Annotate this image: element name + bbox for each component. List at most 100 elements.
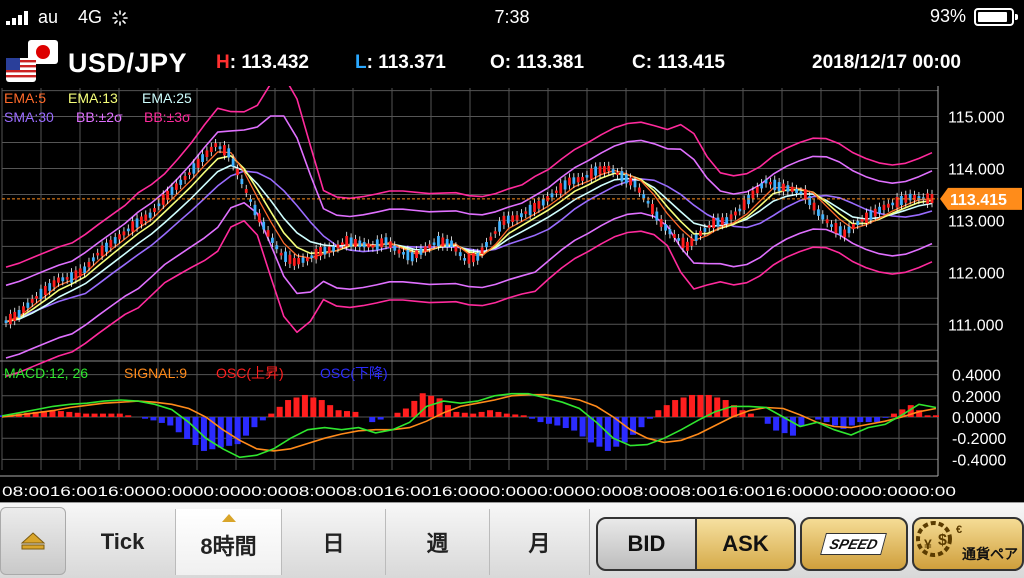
candle-body — [581, 176, 584, 181]
ask-button[interactable]: ASK — [697, 519, 794, 569]
candle-body — [900, 195, 903, 206]
candle-body — [284, 251, 287, 262]
osc-bar — [301, 394, 308, 417]
candle-body — [886, 203, 890, 208]
price-tick-label: 115.000 — [948, 110, 1005, 127]
osc-bar — [663, 405, 670, 417]
bid-button[interactable]: BID — [598, 519, 697, 569]
candle-body — [520, 213, 523, 218]
candle-body — [620, 171, 624, 182]
osc-bar — [74, 412, 81, 417]
candle-body — [183, 176, 187, 180]
speed-label: SPEED — [820, 533, 888, 555]
candle-body — [838, 226, 842, 236]
price-tick-label: 111.000 — [948, 317, 1004, 334]
candle-body — [607, 165, 611, 172]
candle-body — [297, 257, 301, 265]
tab-week[interactable]: 週 — [386, 509, 490, 575]
price-axis: 115.000 114.000 113.000 112.000 111.000 0.400… — [2, 110, 1022, 469]
candle-body — [873, 208, 877, 217]
osc-bar — [789, 417, 796, 436]
candle-body — [4, 320, 8, 323]
osc-bar — [461, 412, 468, 417]
osc-bar — [411, 400, 418, 417]
currency-pair-button[interactable]: ¥ $ € 通貨ペア — [912, 517, 1024, 571]
tab-tick[interactable]: Tick — [70, 509, 176, 575]
bb-lower-2sigma-line — [5, 201, 933, 359]
candle-body — [454, 246, 458, 252]
osc-bar — [453, 411, 460, 417]
osc-bar — [579, 417, 586, 437]
price-chart[interactable]: 115.000 114.000 113.000 112.000 111.000 0.400… — [0, 86, 1024, 506]
speed-order-button[interactable]: SPEED — [800, 517, 908, 571]
tab-8h[interactable]: 8時間 — [176, 509, 282, 575]
osc-bar — [495, 411, 502, 417]
candle-body — [375, 239, 379, 250]
candle-body — [26, 302, 30, 308]
legend-bb2: BB:±2σ — [76, 109, 123, 125]
candle-body — [65, 277, 69, 280]
candle-body — [624, 174, 628, 184]
candle-body — [764, 179, 768, 184]
candle-body — [493, 231, 497, 234]
candle-body — [43, 285, 47, 296]
menu-toggle-button[interactable] — [0, 507, 66, 575]
candle-body — [406, 249, 410, 261]
candle-body — [222, 145, 226, 156]
osc-bar — [158, 417, 165, 423]
tab-day[interactable]: 日 — [282, 509, 386, 575]
candle-body — [118, 234, 121, 240]
candle-body — [485, 242, 488, 248]
candle-body — [694, 234, 698, 241]
low-key: L — [355, 52, 367, 73]
candle-body — [851, 223, 855, 230]
candle-body — [135, 218, 139, 228]
close-number: 113.415 — [657, 52, 725, 73]
osc-bar — [142, 417, 149, 419]
osc-bar — [545, 417, 552, 424]
candle-body — [808, 195, 812, 206]
osc-bar — [268, 413, 275, 417]
candle-body — [734, 211, 737, 216]
candle-body — [397, 249, 401, 254]
candle-body — [57, 277, 60, 283]
candle-body — [35, 296, 38, 299]
candle-body — [471, 253, 475, 263]
battery-icon — [974, 7, 1018, 26]
candle-body — [113, 237, 117, 244]
osc-bar — [487, 410, 494, 417]
candle-body — [568, 177, 571, 186]
tab-month[interactable]: 月 — [490, 509, 590, 575]
candle-body — [830, 224, 833, 227]
candle-body — [703, 227, 707, 232]
high-number: 113.432 — [241, 52, 309, 73]
legend-ema25: EMA:25 — [142, 90, 192, 106]
candle-body — [13, 311, 17, 322]
candle-body — [249, 199, 253, 202]
osc-bar — [327, 405, 334, 417]
low-value: L: 113.371 — [355, 52, 446, 73]
candle-body — [878, 206, 881, 214]
candle-body — [323, 246, 327, 255]
candle-body — [515, 215, 519, 221]
candle-body — [214, 143, 218, 148]
candle-body — [633, 180, 637, 188]
osc-bar — [638, 417, 645, 428]
candle-body — [498, 221, 501, 232]
candle-body — [8, 313, 12, 325]
candle-body — [96, 252, 100, 256]
macd-tick-label: 0.4000 — [952, 368, 1001, 385]
candle-body — [576, 177, 580, 183]
osc-bar — [83, 413, 90, 417]
osc-bar — [57, 411, 64, 417]
candle-body — [651, 203, 654, 215]
osc-bar — [697, 394, 704, 417]
candle-body — [668, 229, 672, 235]
candle-body — [882, 204, 886, 211]
candle-body — [319, 247, 322, 257]
candle-body — [122, 231, 126, 236]
candle-body — [428, 244, 432, 249]
candle-body — [865, 212, 868, 223]
candle-body — [39, 288, 43, 300]
candle-body — [358, 240, 362, 248]
